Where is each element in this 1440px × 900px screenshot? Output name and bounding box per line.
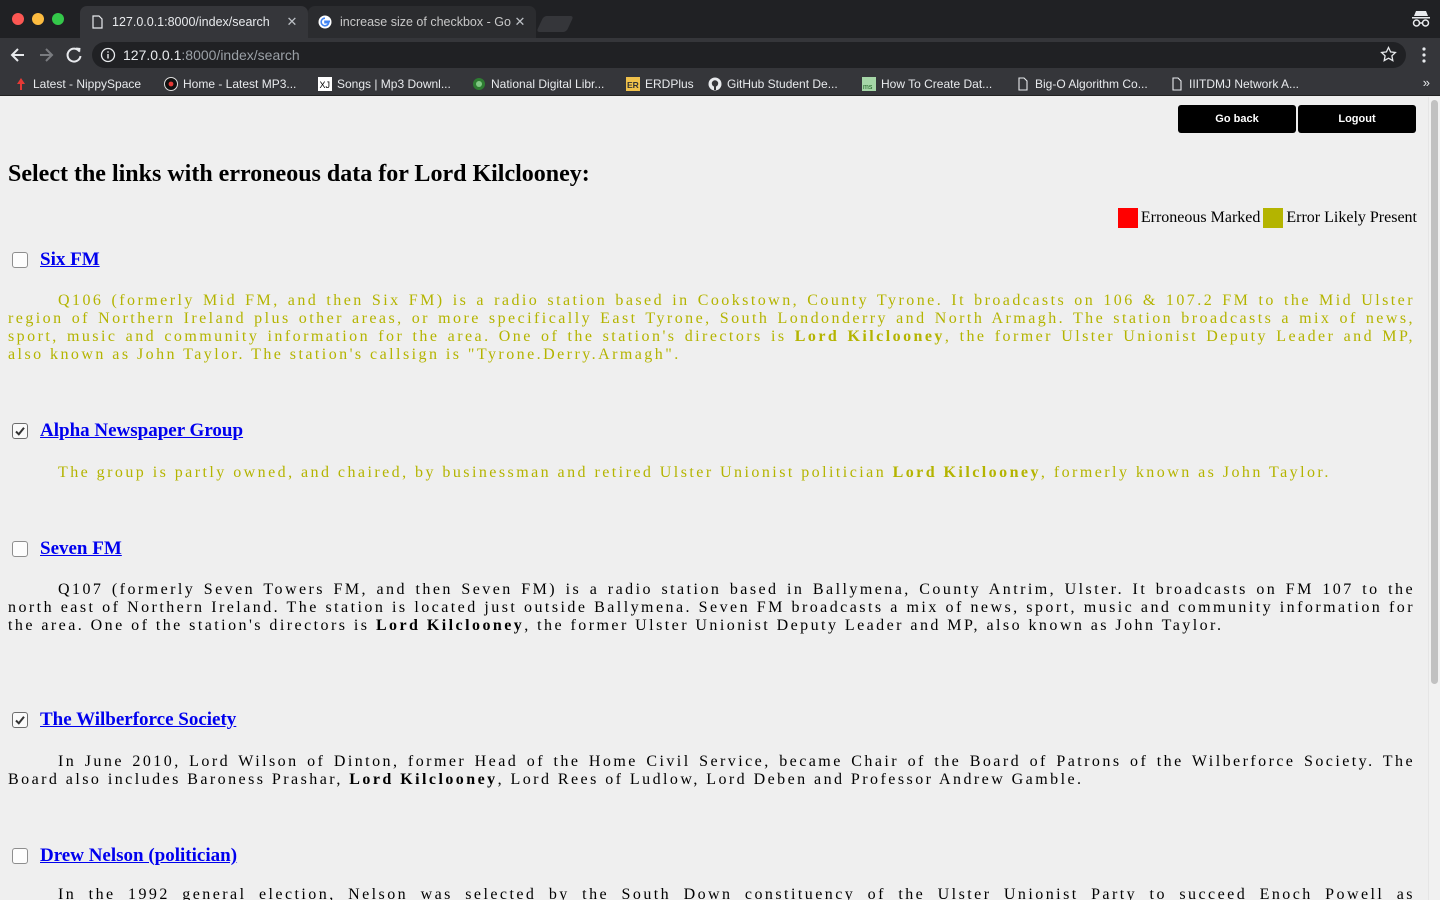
- url-path: :8000/index/search: [181, 47, 300, 63]
- checkmark-icon: [15, 427, 25, 436]
- page-title: Select the links with erroneous data for…: [8, 161, 590, 187]
- bookmark-label: National Digital Libr...: [491, 77, 605, 91]
- bookmark-label: Songs | Mp3 Downl...: [337, 77, 451, 91]
- tab-search-page[interactable]: 127.0.0.1:8000/index/search ✕: [80, 6, 308, 38]
- bookmark-songs[interactable]: XJ Songs | Mp3 Downl...: [318, 76, 451, 92]
- reload-icon[interactable]: [64, 45, 84, 65]
- window-close-button[interactable]: [12, 13, 24, 25]
- back-arrow-icon[interactable]: [8, 45, 28, 65]
- svg-text:ms: ms: [863, 84, 873, 91]
- bookmark-mp3[interactable]: Home - Latest MP3...: [164, 76, 296, 92]
- entry-link[interactable]: Seven FM: [40, 538, 122, 560]
- info-icon[interactable]: [100, 47, 116, 63]
- close-icon[interactable]: ✕: [284, 14, 300, 30]
- entry-checkbox[interactable]: [12, 541, 28, 557]
- record-icon: [164, 77, 178, 91]
- entry-checkbox[interactable]: [12, 423, 28, 439]
- bookmark-bigo[interactable]: Big-O Algorithm Co...: [1016, 76, 1148, 92]
- bookmark-github[interactable]: GitHub Student De...: [708, 76, 838, 92]
- page-icon: [1172, 77, 1182, 91]
- bookmark-iiitdmj[interactable]: IIITDMJ Network A...: [1170, 76, 1299, 92]
- tab-google-search[interactable]: increase size of checkbox - Go ✕: [308, 6, 536, 38]
- url-host: 127.0.0.1: [123, 47, 182, 63]
- bookmark-star-icon[interactable]: [1380, 46, 1397, 63]
- ms-icon: ms: [862, 77, 876, 91]
- window-maximize-button[interactable]: [52, 13, 64, 25]
- legend-erroneous-label: Erroneous Marked: [1140, 209, 1261, 226]
- bookmark-erdplus[interactable]: ER ERDPlus: [626, 76, 694, 92]
- logout-button[interactable]: Logout: [1298, 105, 1416, 133]
- entry-header: Alpha Newspaper Group: [12, 420, 243, 442]
- bookmark-label: Latest - NippySpace: [33, 77, 142, 91]
- page-content: Go back Logout Select the links with err…: [0, 97, 1428, 900]
- svg-text:ER: ER: [627, 80, 639, 90]
- xj-icon: XJ: [318, 77, 332, 91]
- entry-link[interactable]: Alpha Newspaper Group: [40, 420, 243, 442]
- entry-description: Q106 (formerly Mid FM, and then Six FM) …: [8, 292, 1415, 363]
- checkmark-icon: [15, 716, 25, 725]
- likely-error-swatch: [1263, 208, 1284, 228]
- new-tab-button[interactable]: [536, 16, 574, 32]
- address-bar[interactable]: 127.0.0.1:8000/index/search: [92, 42, 1406, 68]
- entry-header: Drew Nelson (politician): [12, 845, 237, 867]
- bookmark-ndl[interactable]: National Digital Libr...: [472, 76, 604, 92]
- page-icon: [1018, 77, 1028, 91]
- entry-link[interactable]: Six FM: [40, 249, 100, 271]
- incognito-icon: [1412, 11, 1430, 27]
- scrollbar-thumb[interactable]: [1431, 100, 1438, 684]
- nippyspace-icon: [17, 78, 25, 90]
- bookmark-nippyspace[interactable]: Latest - NippySpace: [14, 76, 141, 92]
- bookmark-create-dat[interactable]: ms How To Create Dat...: [862, 76, 992, 92]
- ndl-icon: [473, 78, 485, 90]
- entry-description: Q107 (formerly Seven Towers FM, and then…: [8, 581, 1415, 634]
- bookmark-label: ERDPlus: [645, 77, 694, 91]
- kebab-menu-icon[interactable]: [1422, 47, 1426, 63]
- tab-title: increase size of checkbox - Go: [340, 15, 511, 29]
- browser-tab-bar: 127.0.0.1:8000/index/search ✕ increase s…: [0, 0, 1440, 38]
- close-icon[interactable]: ✕: [512, 14, 528, 30]
- entry-header: Seven FM: [12, 538, 122, 560]
- bookmark-label: IIITDMJ Network A...: [1189, 77, 1300, 91]
- entry-link[interactable]: The Wilberforce Society: [40, 709, 236, 731]
- entry-header: The Wilberforce Society: [12, 709, 236, 731]
- legend: Erroneous Marked Error Likely Present: [1117, 208, 1417, 228]
- bookmark-label: Home - Latest MP3...: [183, 77, 297, 91]
- entry-checkbox[interactable]: [12, 712, 28, 728]
- entry-description: In the 1992 general election, Nelson was…: [58, 886, 1415, 900]
- entry-description: In June 2010, Lord Wilson of Dinton, for…: [8, 753, 1415, 788]
- tab-title: 127.0.0.1:8000/index/search: [112, 15, 270, 29]
- go-back-button[interactable]: Go back: [1178, 105, 1296, 133]
- bookmark-label: How To Create Dat...: [881, 77, 993, 91]
- bookmark-label: GitHub Student De...: [727, 77, 838, 91]
- svg-text:XJ: XJ: [320, 80, 331, 90]
- entry-checkbox[interactable]: [12, 252, 28, 268]
- entry-link[interactable]: Drew Nelson (politician): [40, 845, 237, 867]
- page-icon: [92, 15, 103, 29]
- bookmarks-overflow-button[interactable]: »: [1423, 75, 1430, 90]
- github-icon: [708, 77, 722, 91]
- browser-toolbar: 127.0.0.1:8000/index/search: [0, 38, 1440, 72]
- page-scrollbar[interactable]: [1428, 97, 1440, 900]
- er-icon: ER: [626, 77, 640, 91]
- google-icon: [318, 15, 332, 29]
- forward-arrow-icon[interactable]: [36, 45, 56, 65]
- bookmark-label: Big-O Algorithm Co...: [1035, 77, 1148, 91]
- entry-checkbox[interactable]: [12, 848, 28, 864]
- erroneous-swatch: [1117, 208, 1138, 228]
- bookmarks-bar: Latest - NippySpace Home - Latest MP3...…: [0, 72, 1440, 96]
- window-minimize-button[interactable]: [32, 13, 44, 25]
- entry-description: The group is partly owned, and chaired, …: [58, 464, 1331, 481]
- entry-header: Six FM: [12, 249, 100, 271]
- legend-likely-label: Error Likely Present: [1286, 209, 1417, 226]
